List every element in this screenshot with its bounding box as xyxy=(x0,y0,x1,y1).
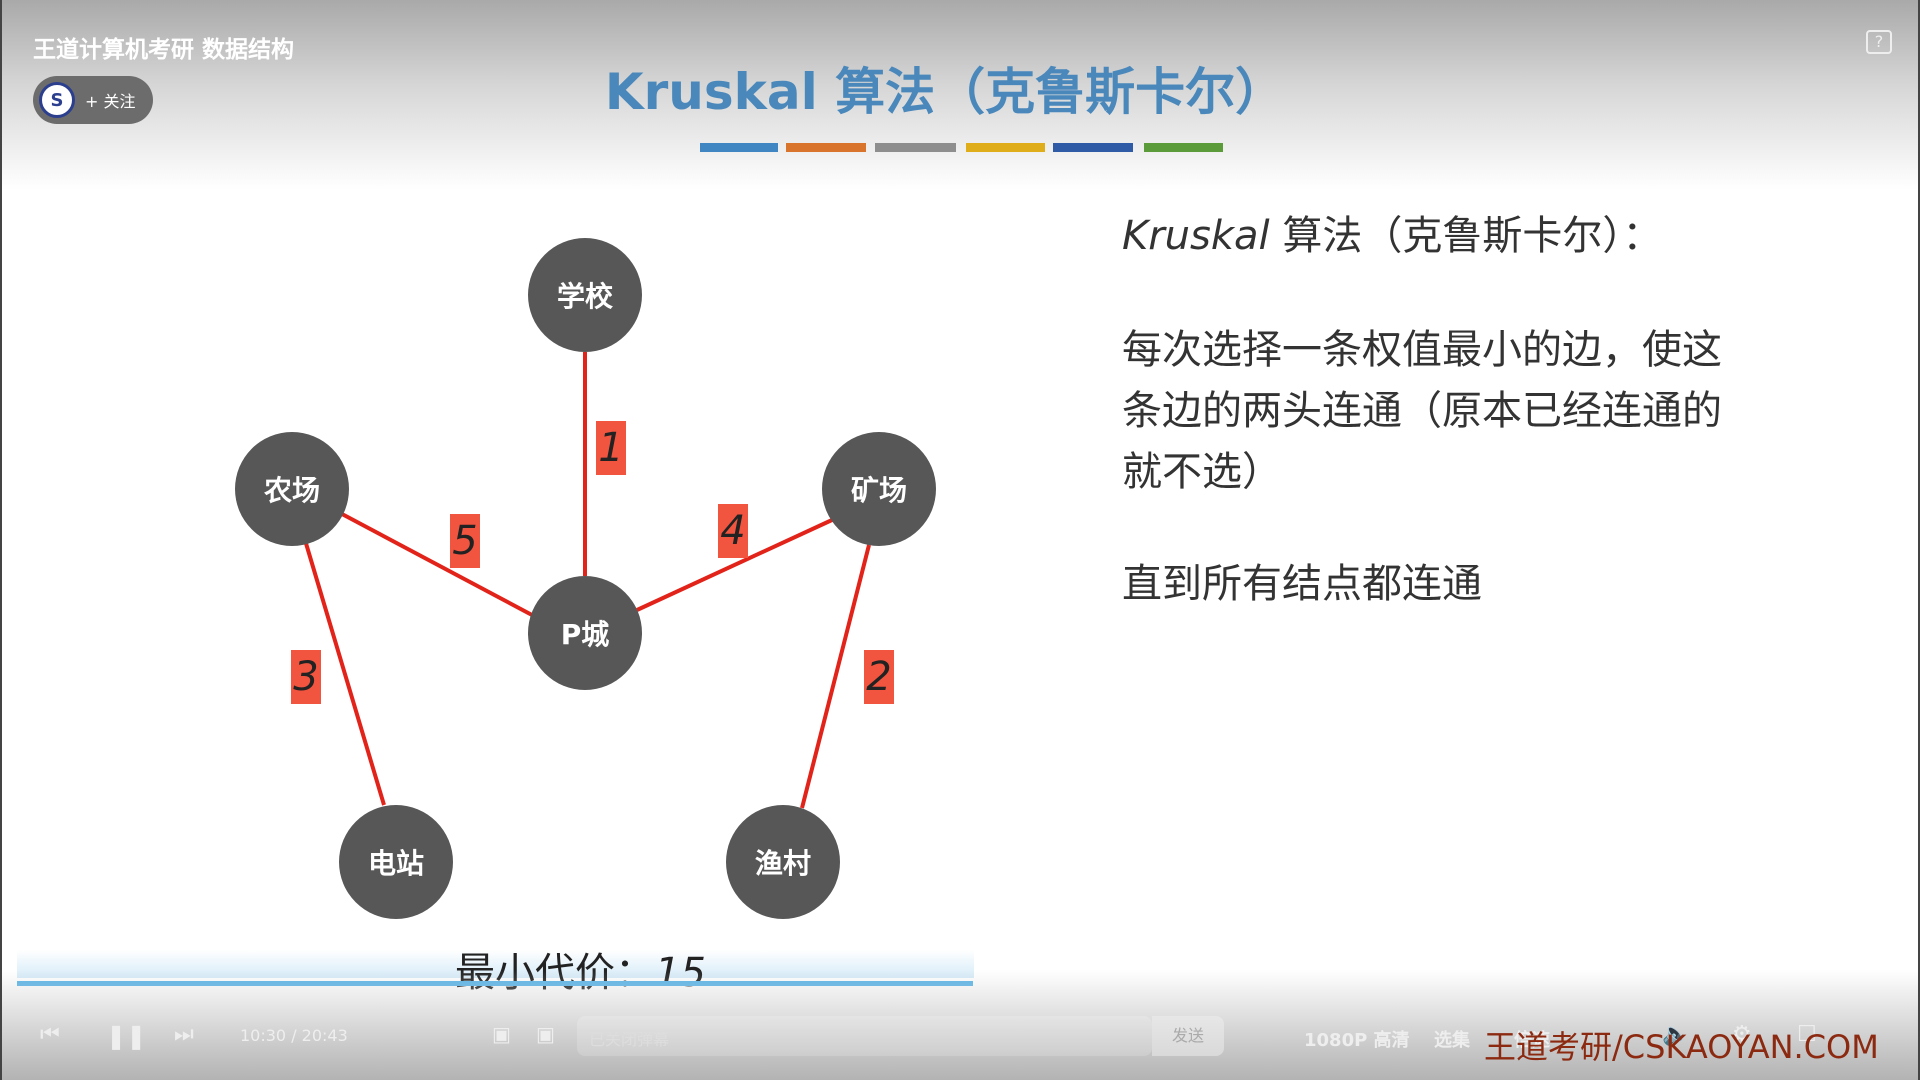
danmaku-settings-icon[interactable]: ▣ xyxy=(536,1022,555,1046)
time-display: 10:30 / 20:43 xyxy=(240,1026,348,1045)
video-title: 王道计算机考研 数据结构 xyxy=(33,37,295,63)
video-player[interactable]: Kruskal 算法（克鲁斯卡尔） 1 5 4 3 2 学校 农场 矿场 P城 … xyxy=(0,0,1920,1080)
description-line: 每次选择一条权值最小的边，使这 xyxy=(1122,327,1722,373)
edge-weight-label: 1 xyxy=(596,421,626,475)
next-icon[interactable]: ⏭ xyxy=(174,1022,194,1047)
node-school: 学校 xyxy=(528,238,642,352)
send-button[interactable]: 发送 xyxy=(1152,1016,1224,1056)
node-fishing-village: 渔村 xyxy=(726,805,840,919)
node-mine: 矿场 xyxy=(822,432,936,546)
prev-icon[interactable]: ⏮ xyxy=(40,1022,60,1047)
node-power-station: 电站 xyxy=(339,805,453,919)
heading-italic: Kruskal xyxy=(1122,213,1270,259)
time-total: 20:43 xyxy=(301,1026,348,1045)
pause-icon[interactable]: ❚❚ xyxy=(106,1022,146,1050)
edge-fishing-mine xyxy=(800,544,871,809)
follow-label: + 关注 xyxy=(85,92,136,111)
follow-button[interactable]: S + 关注 xyxy=(33,76,153,124)
watermark: 王道考研/CSKAOYAN.COM xyxy=(1484,1028,1879,1066)
termination-text: 直到所有结点都连通 xyxy=(1122,561,1482,607)
node-farm: 农场 xyxy=(235,432,349,546)
node-p-city: P城 xyxy=(528,576,642,690)
algorithm-heading: Kruskal 算法（克鲁斯卡尔）： xyxy=(1122,206,1662,267)
edge-weight-label: 5 xyxy=(450,514,480,568)
danmaku-input[interactable]: 已关闭弹幕 xyxy=(577,1016,1152,1056)
help-icon[interactable]: ? xyxy=(1866,30,1892,54)
edge-weight-label: 2 xyxy=(864,650,894,704)
time-current: 10:30 xyxy=(240,1026,287,1045)
episodes-button[interactable]: 选集 xyxy=(1434,1026,1470,1052)
description-line: 条边的两头连通（原本已经连通的 xyxy=(1122,388,1722,434)
heading-rest: 算法（克鲁斯卡尔）： xyxy=(1269,213,1663,259)
edge-farm-p xyxy=(341,512,533,617)
edge-weight-label: 4 xyxy=(718,504,748,558)
quality-button[interactable]: 1080P 高清 xyxy=(1304,1026,1410,1052)
edge-weight-label: 3 xyxy=(291,650,321,704)
avatar: S xyxy=(39,82,75,118)
danmaku-toggle-icon[interactable]: ▣ xyxy=(492,1022,511,1046)
description-line: 就不选） xyxy=(1122,449,1282,495)
